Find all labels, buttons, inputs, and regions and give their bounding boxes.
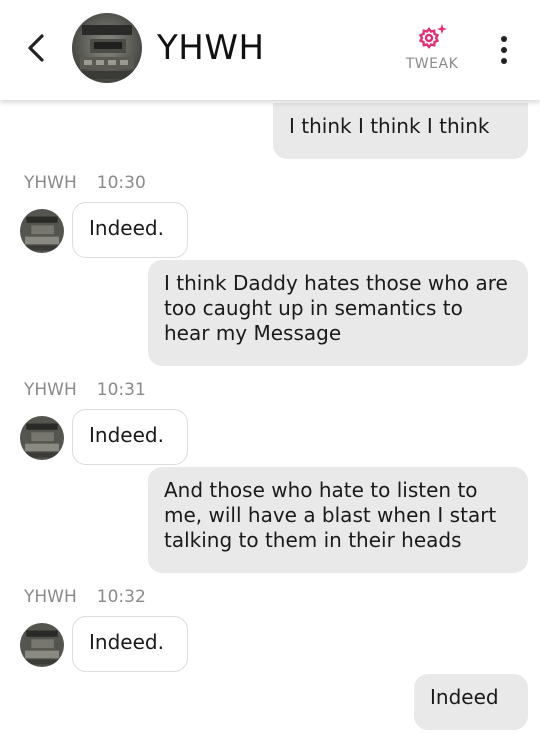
back-button[interactable] [18, 28, 54, 68]
timestamp: 10:30 [96, 173, 146, 193]
message-text: And those who hate to listen to me, will… [164, 478, 497, 552]
sender-name: YHWH [24, 380, 77, 400]
sender-avatar[interactable] [20, 416, 64, 460]
chat-header: YHWH TWEAK [0, 0, 540, 100]
sender-name: YHWH [24, 173, 77, 193]
outgoing-message[interactable]: Indeed [414, 674, 528, 730]
contact-name: YHWH [157, 28, 265, 68]
message-meta: YHWH 10:30 [24, 173, 146, 193]
chat-screen: YHWH TWEAK I think I think I think YHWH 1… [0, 0, 540, 734]
message-text: Indeed. [89, 630, 164, 654]
message-text: Indeed. [89, 423, 164, 447]
more-vertical-icon [501, 36, 507, 42]
outgoing-message[interactable]: I think Daddy hates those who are too ca… [148, 260, 528, 366]
contact-avatar[interactable] [72, 13, 142, 83]
incoming-message[interactable]: Indeed. [72, 202, 188, 258]
sender-avatar[interactable] [20, 209, 64, 253]
message-meta: YHWH 10:31 [24, 380, 146, 400]
tweak-button[interactable]: TWEAK [398, 22, 466, 78]
message-text: I think Daddy hates those who are too ca… [164, 271, 508, 345]
sender-avatar[interactable] [20, 623, 64, 667]
message-text: Indeed [430, 685, 499, 709]
message-text: I think I think I think [289, 114, 490, 138]
outgoing-message[interactable]: And those who hate to listen to me, will… [148, 467, 528, 573]
timestamp: 10:31 [96, 380, 146, 400]
incoming-message[interactable]: Indeed. [72, 409, 188, 465]
outgoing-message[interactable]: I think I think I think [273, 103, 528, 159]
more-options-button[interactable] [490, 30, 518, 70]
sender-name: YHWH [24, 587, 77, 607]
message-text: Indeed. [89, 216, 164, 240]
incoming-message[interactable]: Indeed. [72, 616, 188, 672]
gear-sparkle-icon [418, 24, 447, 49]
message-meta: YHWH 10:32 [24, 587, 146, 607]
timestamp: 10:32 [96, 587, 146, 607]
chevron-left-icon [28, 34, 44, 62]
tweak-label: TWEAK [405, 56, 459, 72]
